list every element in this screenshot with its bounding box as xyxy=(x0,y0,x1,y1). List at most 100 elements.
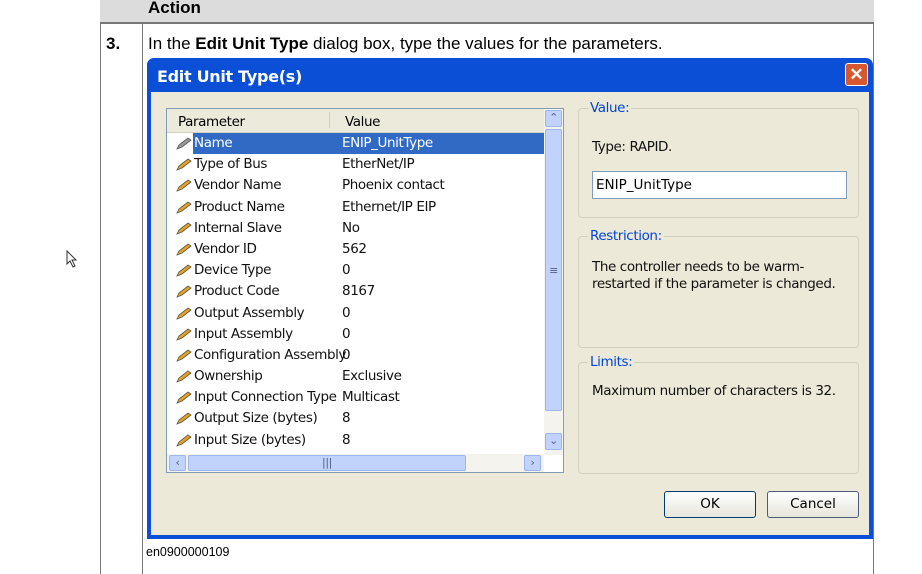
pencil-icon xyxy=(176,434,192,447)
pencil-icon xyxy=(176,201,192,214)
table-border-right xyxy=(873,0,874,574)
column-parameter[interactable]: Parameter xyxy=(178,114,245,130)
scroll-up-icon[interactable]: ⌃ xyxy=(545,110,562,127)
pencil-icon xyxy=(176,264,192,277)
scroll-down-icon[interactable]: ⌄ xyxy=(545,433,562,450)
parameter-name: Product Code xyxy=(194,283,280,300)
scroll-left-icon[interactable]: ‹ xyxy=(169,455,186,471)
pencil-icon xyxy=(176,349,192,362)
pencil-icon xyxy=(176,243,192,256)
parameter-value: 8 xyxy=(342,431,351,448)
instruction: In the Edit Unit Type dialog box, type t… xyxy=(148,34,663,54)
parameter-name: Configuration Assembly xyxy=(194,346,347,363)
instruction-text: dialog box, type the values for the para… xyxy=(308,34,663,53)
parameter-value: 0 xyxy=(342,346,351,363)
table-border-left xyxy=(100,0,101,574)
pencil-icon xyxy=(176,412,192,426)
value-group: Value: Type: RAPID. xyxy=(578,100,859,218)
parameter-row[interactable]: Device Type 0 xyxy=(167,260,563,281)
column-value[interactable]: Value xyxy=(345,114,380,130)
divider xyxy=(100,23,874,24)
pencil-icon xyxy=(176,137,192,150)
pencil-icon xyxy=(176,158,192,171)
restriction-group-label: Restriction: xyxy=(588,228,664,244)
pencil-icon xyxy=(176,307,192,320)
pencil-icon xyxy=(176,285,192,299)
parameter-name: Input Size (bytes) xyxy=(194,431,306,448)
parameter-name: Vendor ID xyxy=(194,240,257,257)
parameter-name: Type of Bus xyxy=(194,156,268,173)
parameter-row[interactable]: Ownership Exclusive xyxy=(167,366,563,387)
parameter-value: Multicast xyxy=(342,389,400,406)
parameter-value: 8 xyxy=(342,410,351,427)
parameter-name: Input Assembly xyxy=(194,325,293,342)
horizontal-scroll-thumb[interactable]: ||| xyxy=(188,455,466,471)
limits-group-label: Limits: xyxy=(588,354,635,370)
dialog-title: Edit Unit Type(s) xyxy=(157,67,302,86)
pencil-icon xyxy=(176,328,192,341)
parameter-row[interactable]: Product Name Ethernet/IP EIP xyxy=(167,197,563,218)
parameter-value: No xyxy=(342,219,360,236)
parameter-name: Vendor Name xyxy=(194,177,282,194)
vertical-scrollbar[interactable]: ⌃ ≡ ⌄ xyxy=(544,109,563,455)
parameter-row[interactable]: Vendor ID 562 xyxy=(167,239,563,260)
parameter-row[interactable]: Input Size (bytes) 8 xyxy=(167,430,563,451)
parameter-value: 0 xyxy=(342,325,351,342)
scroll-right-icon[interactable]: › xyxy=(524,455,541,471)
parameter-value: EtherNet/IP xyxy=(342,156,415,173)
pencil-icon xyxy=(176,222,192,235)
pencil-icon xyxy=(176,179,192,193)
value-group-label: Value: xyxy=(588,100,632,116)
table-border-mid xyxy=(142,0,143,574)
parameter-name: Internal Slave xyxy=(194,219,282,236)
pencil-icon xyxy=(176,391,192,405)
parameter-name: Ownership xyxy=(194,368,263,385)
list-header: Parameter Value xyxy=(167,109,563,133)
instruction-text: In the xyxy=(148,34,196,53)
step-number: 3. xyxy=(106,34,121,53)
parameter-list[interactable]: Parameter Value Name ENIP_UnitType Type of… xyxy=(166,108,564,473)
parameter-value: Phoenix contact xyxy=(342,177,445,194)
parameter-row[interactable]: Type of Bus EtherNet/IP xyxy=(167,154,563,175)
parameter-row[interactable]: Internal Slave No xyxy=(167,218,563,239)
parameter-name: Output Assembly xyxy=(194,304,305,321)
parameter-row[interactable]: Output Assembly 0 xyxy=(167,303,563,324)
parameter-row[interactable]: Configuration Assembly 0 xyxy=(167,345,563,366)
limits-group: Limits: Maximum number of characters is … xyxy=(578,354,859,474)
parameter-value: 0 xyxy=(342,262,351,279)
close-icon[interactable]: ✕ xyxy=(845,63,868,86)
parameter-value: 562 xyxy=(342,240,367,257)
edit-unit-type-dialog: Edit Unit Type(s) ✕ Parameter Value Name… xyxy=(147,58,873,539)
limits-text: Maximum number of characters is 32. xyxy=(592,383,836,399)
parameter-value: Ethernet/IP EIP xyxy=(342,198,436,215)
vertical-scroll-thumb[interactable]: ≡ xyxy=(545,129,562,411)
restriction-group: Restriction: The controller needs to be … xyxy=(578,228,859,348)
pencil-icon xyxy=(176,370,192,383)
parameter-row[interactable]: Product Code 8167 xyxy=(167,281,563,302)
cancel-button[interactable]: Cancel xyxy=(767,491,859,518)
mouse-cursor-icon xyxy=(66,250,78,268)
parameter-name: Name xyxy=(194,135,233,151)
ok-button[interactable]: OK xyxy=(664,491,756,518)
restriction-text: The controller needs to be warm-restarte… xyxy=(592,259,836,292)
value-input[interactable] xyxy=(592,171,847,199)
figure-caption: en0900000109 xyxy=(146,545,230,559)
parameter-value: ENIP_UnitType xyxy=(342,135,433,151)
action-header: Action xyxy=(148,0,201,17)
horizontal-scrollbar[interactable]: ‹ ||| › xyxy=(167,454,544,472)
parameter-value: 8167 xyxy=(342,283,375,300)
parameter-row[interactable]: Input Assembly 0 xyxy=(167,324,563,345)
instruction-bold: Edit Unit Type xyxy=(195,34,309,53)
parameter-name: Device Type xyxy=(194,262,272,279)
parameter-name: Output Size (bytes) xyxy=(194,410,318,427)
table-header: Action xyxy=(100,0,874,23)
parameter-name: Product Name xyxy=(194,198,285,215)
parameter-row[interactable]: Vendor Name Phoenix contact xyxy=(167,175,563,196)
parameter-row[interactable]: Output Size (bytes) 8 xyxy=(167,408,563,429)
parameter-value: 0 xyxy=(342,304,351,321)
parameter-row[interactable]: Name ENIP_UnitType xyxy=(167,133,563,155)
parameter-value: Exclusive xyxy=(342,368,402,385)
parameter-name: Input Connection Type xyxy=(194,389,337,406)
value-type-text: Type: RAPID. xyxy=(592,139,672,155)
parameter-row[interactable]: Input Connection Type Multicast xyxy=(167,387,563,408)
